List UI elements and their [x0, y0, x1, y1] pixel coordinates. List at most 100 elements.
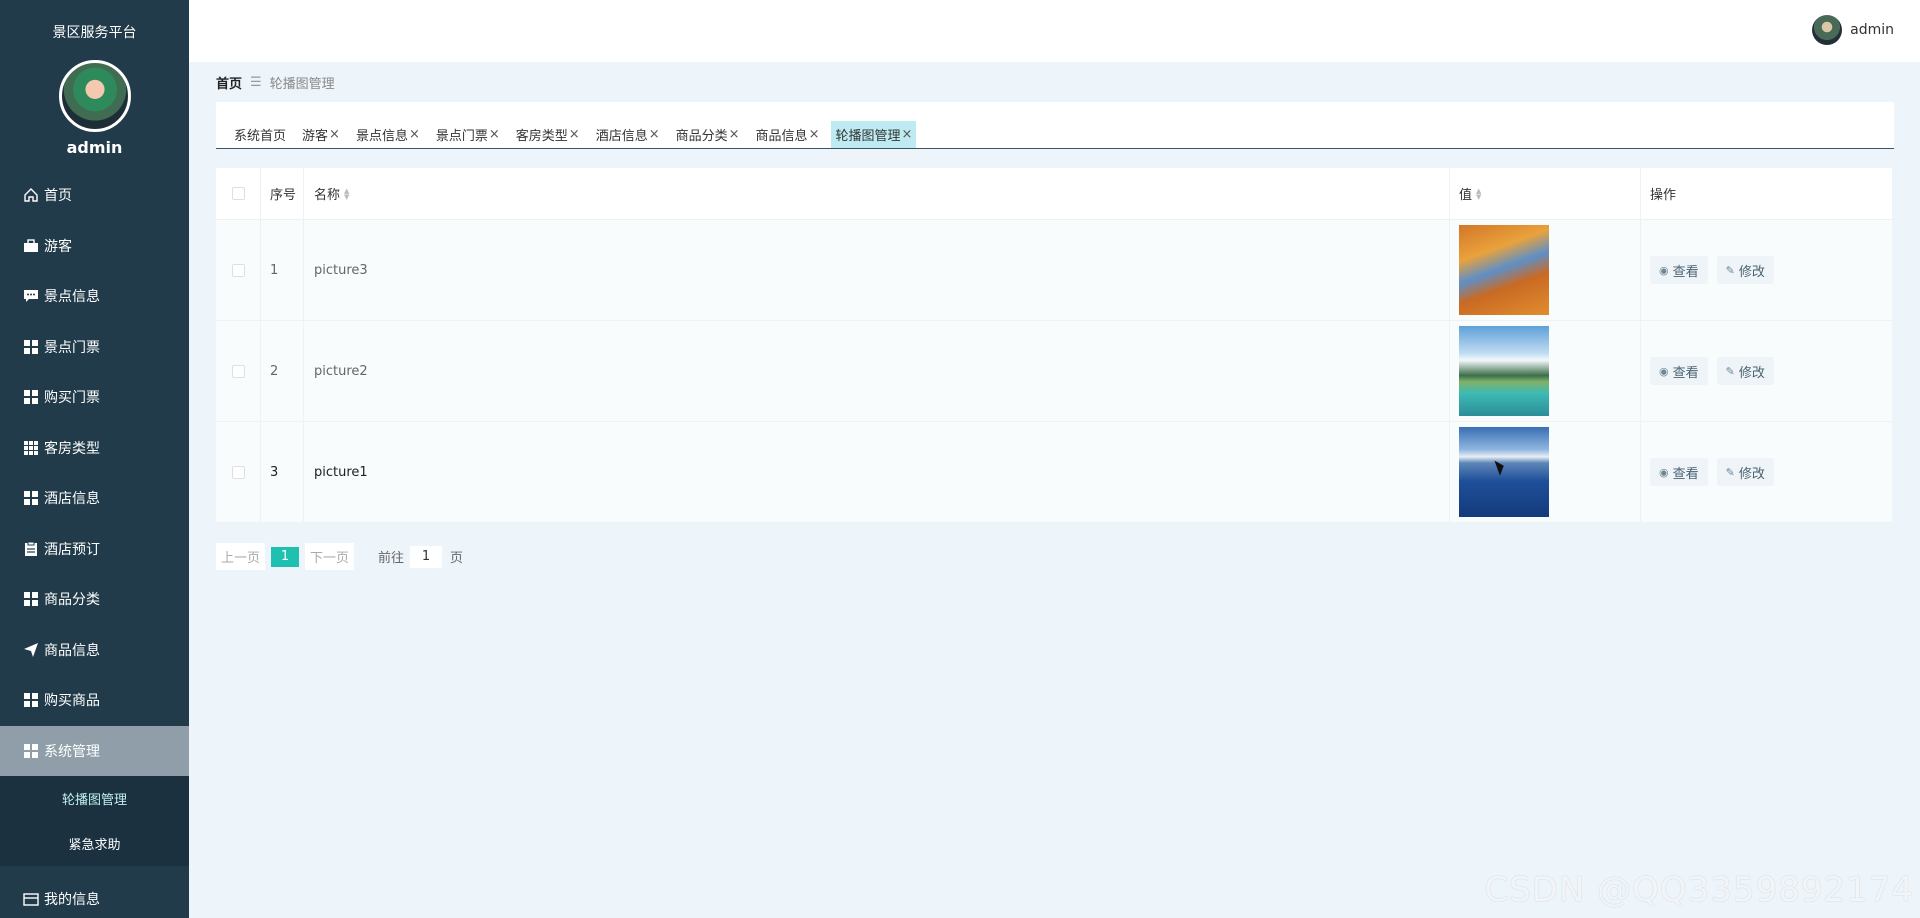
sidebar-item-label: 首页: [44, 188, 72, 205]
row-name: picture2: [304, 321, 1450, 421]
row-value: [1450, 321, 1641, 421]
sidebar-item-label: 酒店信息: [44, 491, 100, 508]
apps-icon: [22, 439, 40, 457]
edit-button[interactable]: ✎ 修改: [1716, 256, 1774, 284]
close-icon[interactable]: ×: [901, 127, 912, 142]
sidebar-item-goods-category[interactable]: 商品分类: [0, 574, 189, 625]
sidebar-item-label: 商品分类: [44, 592, 100, 609]
sidebar-item-label: 商品信息: [44, 642, 100, 659]
tab-label: 景点门票: [435, 129, 488, 144]
sidebar-item-my-info[interactable]: 我的信息: [0, 874, 189, 918]
grid-icon: [22, 590, 40, 608]
column-header-value[interactable]: 值 ▲ ▼: [1450, 168, 1641, 219]
eye-icon: ◉: [1659, 465, 1669, 479]
edit-icon: ✎: [1725, 364, 1735, 378]
breadcrumb-current: 轮播图管理: [269, 77, 335, 92]
sort-icon[interactable]: ▲ ▼: [344, 187, 349, 200]
tab-scenic-ticket[interactable]: 景点门票 ×: [432, 121, 504, 148]
home-icon: [22, 186, 40, 204]
sidebar-item-hotel-booking[interactable]: 酒店预订: [0, 524, 189, 575]
sort-icon[interactable]: ▲ ▼: [1476, 187, 1481, 200]
close-icon[interactable]: ×: [649, 127, 660, 142]
row-index: 2: [261, 321, 304, 421]
row-name: picture3: [304, 220, 1450, 320]
row-checkbox[interactable]: [231, 263, 245, 277]
eye-icon: ◉: [1659, 263, 1669, 277]
next-page-button[interactable]: 下一页: [305, 543, 355, 570]
sidebar-item-buy-goods[interactable]: 购买商品: [0, 675, 189, 726]
row-check-cell: [216, 422, 261, 522]
column-header-name[interactable]: 名称 ▲ ▼: [304, 168, 1450, 219]
edit-label: 修改: [1738, 466, 1765, 482]
goto-page-input[interactable]: [410, 545, 443, 568]
sidebar-submenu: 轮播图管理 紧急求助: [0, 776, 189, 866]
tab-label: 游客: [302, 129, 329, 144]
view-label: 查看: [1672, 365, 1699, 381]
view-button[interactable]: ◉ 查看: [1650, 256, 1708, 284]
close-icon[interactable]: ×: [489, 127, 500, 142]
grid-icon: [22, 742, 40, 760]
header-user[interactable]: admin: [1812, 15, 1894, 45]
chat-icon: [22, 287, 40, 305]
sidebar-item-goods-info[interactable]: 商品信息: [0, 625, 189, 676]
sidebar-subitem-emergency[interactable]: 紧急求助: [0, 821, 189, 866]
page-number-current[interactable]: 1: [271, 546, 300, 567]
sidebar-item-scenic-info[interactable]: 景点信息: [0, 271, 189, 322]
breadcrumb-home[interactable]: 首页: [216, 73, 242, 92]
tab-label: 景点信息: [355, 129, 408, 144]
row-actions: ◉ 查看 ✎ 修改: [1641, 321, 1892, 421]
header-avatar: [1812, 15, 1843, 45]
tab-hotel-info[interactable]: 酒店信息 ×: [592, 121, 664, 148]
card-icon: [22, 890, 40, 908]
close-icon[interactable]: ×: [569, 127, 580, 142]
prev-page-button[interactable]: 上一页: [216, 543, 266, 570]
carousel-image[interactable]: [1459, 326, 1549, 416]
tab-goods-info[interactable]: 商品信息 ×: [752, 121, 824, 148]
tab-room-type[interactable]: 客房类型 ×: [512, 121, 584, 148]
eye-icon: ◉: [1659, 364, 1669, 378]
close-icon[interactable]: ×: [409, 127, 420, 142]
grid-icon: [22, 338, 40, 356]
watermark: CSDN @QQ3359892174: [1484, 870, 1914, 910]
tab-scenic-info[interactable]: 景点信息 ×: [352, 121, 424, 148]
menu-lines-icon: ☰: [250, 75, 262, 90]
grid-icon: [22, 388, 40, 406]
send-icon: [22, 641, 40, 659]
close-icon[interactable]: ×: [809, 127, 820, 142]
sidebar-item-visitor[interactable]: 游客: [0, 221, 189, 272]
tab-visitor[interactable]: 游客 ×: [298, 121, 344, 148]
select-all-checkbox[interactable]: [231, 187, 245, 200]
view-button[interactable]: ◉ 查看: [1650, 357, 1708, 385]
edit-button[interactable]: ✎ 修改: [1716, 458, 1774, 486]
tab-system-home[interactable]: 系统首页: [230, 121, 290, 148]
tab-label: 商品信息: [755, 129, 808, 144]
carousel-image[interactable]: [1459, 225, 1549, 315]
row-index: 3: [261, 422, 304, 522]
row-checkbox[interactable]: [231, 364, 245, 378]
sidebar-item-system[interactable]: 系统管理: [0, 725, 189, 776]
table-row: 1 picture3 ◉ 查看 ✎ 修改: [216, 220, 1892, 321]
sidebar-item-label: 我的信息: [44, 892, 100, 909]
row-actions: ◉ 查看 ✎ 修改: [1641, 422, 1892, 522]
header-check-cell: [216, 168, 261, 219]
top-header: admin: [189, 0, 1920, 62]
tab-carousel[interactable]: 轮播图管理 ×: [831, 121, 917, 148]
row-checkbox[interactable]: [231, 465, 245, 479]
goto-label: 前往: [378, 551, 405, 566]
sidebar-subitem-carousel[interactable]: 轮播图管理: [0, 776, 189, 821]
close-icon[interactable]: ×: [329, 127, 340, 142]
view-button[interactable]: ◉ 查看: [1650, 458, 1708, 486]
table-row: 3 picture1 ◉ 查看 ✎ 修改: [216, 422, 1892, 523]
sidebar-item-scenic-ticket[interactable]: 景点门票: [0, 322, 189, 373]
sidebar-item-buy-ticket[interactable]: 购买门票: [0, 372, 189, 423]
sidebar-item-room-type[interactable]: 客房类型: [0, 423, 189, 474]
tab-goods-category[interactable]: 商品分类 ×: [672, 121, 744, 148]
sidebar-item-home[interactable]: 首页: [0, 170, 189, 221]
tab-label: 轮播图管理: [835, 129, 901, 144]
edit-button[interactable]: ✎ 修改: [1716, 357, 1774, 385]
briefcase-icon: [22, 237, 40, 255]
sidebar-item-label: 游客: [44, 238, 72, 255]
close-icon[interactable]: ×: [729, 127, 740, 142]
column-header-label: 名称: [314, 188, 341, 203]
sidebar-item-hotel-info[interactable]: 酒店信息: [0, 473, 189, 524]
